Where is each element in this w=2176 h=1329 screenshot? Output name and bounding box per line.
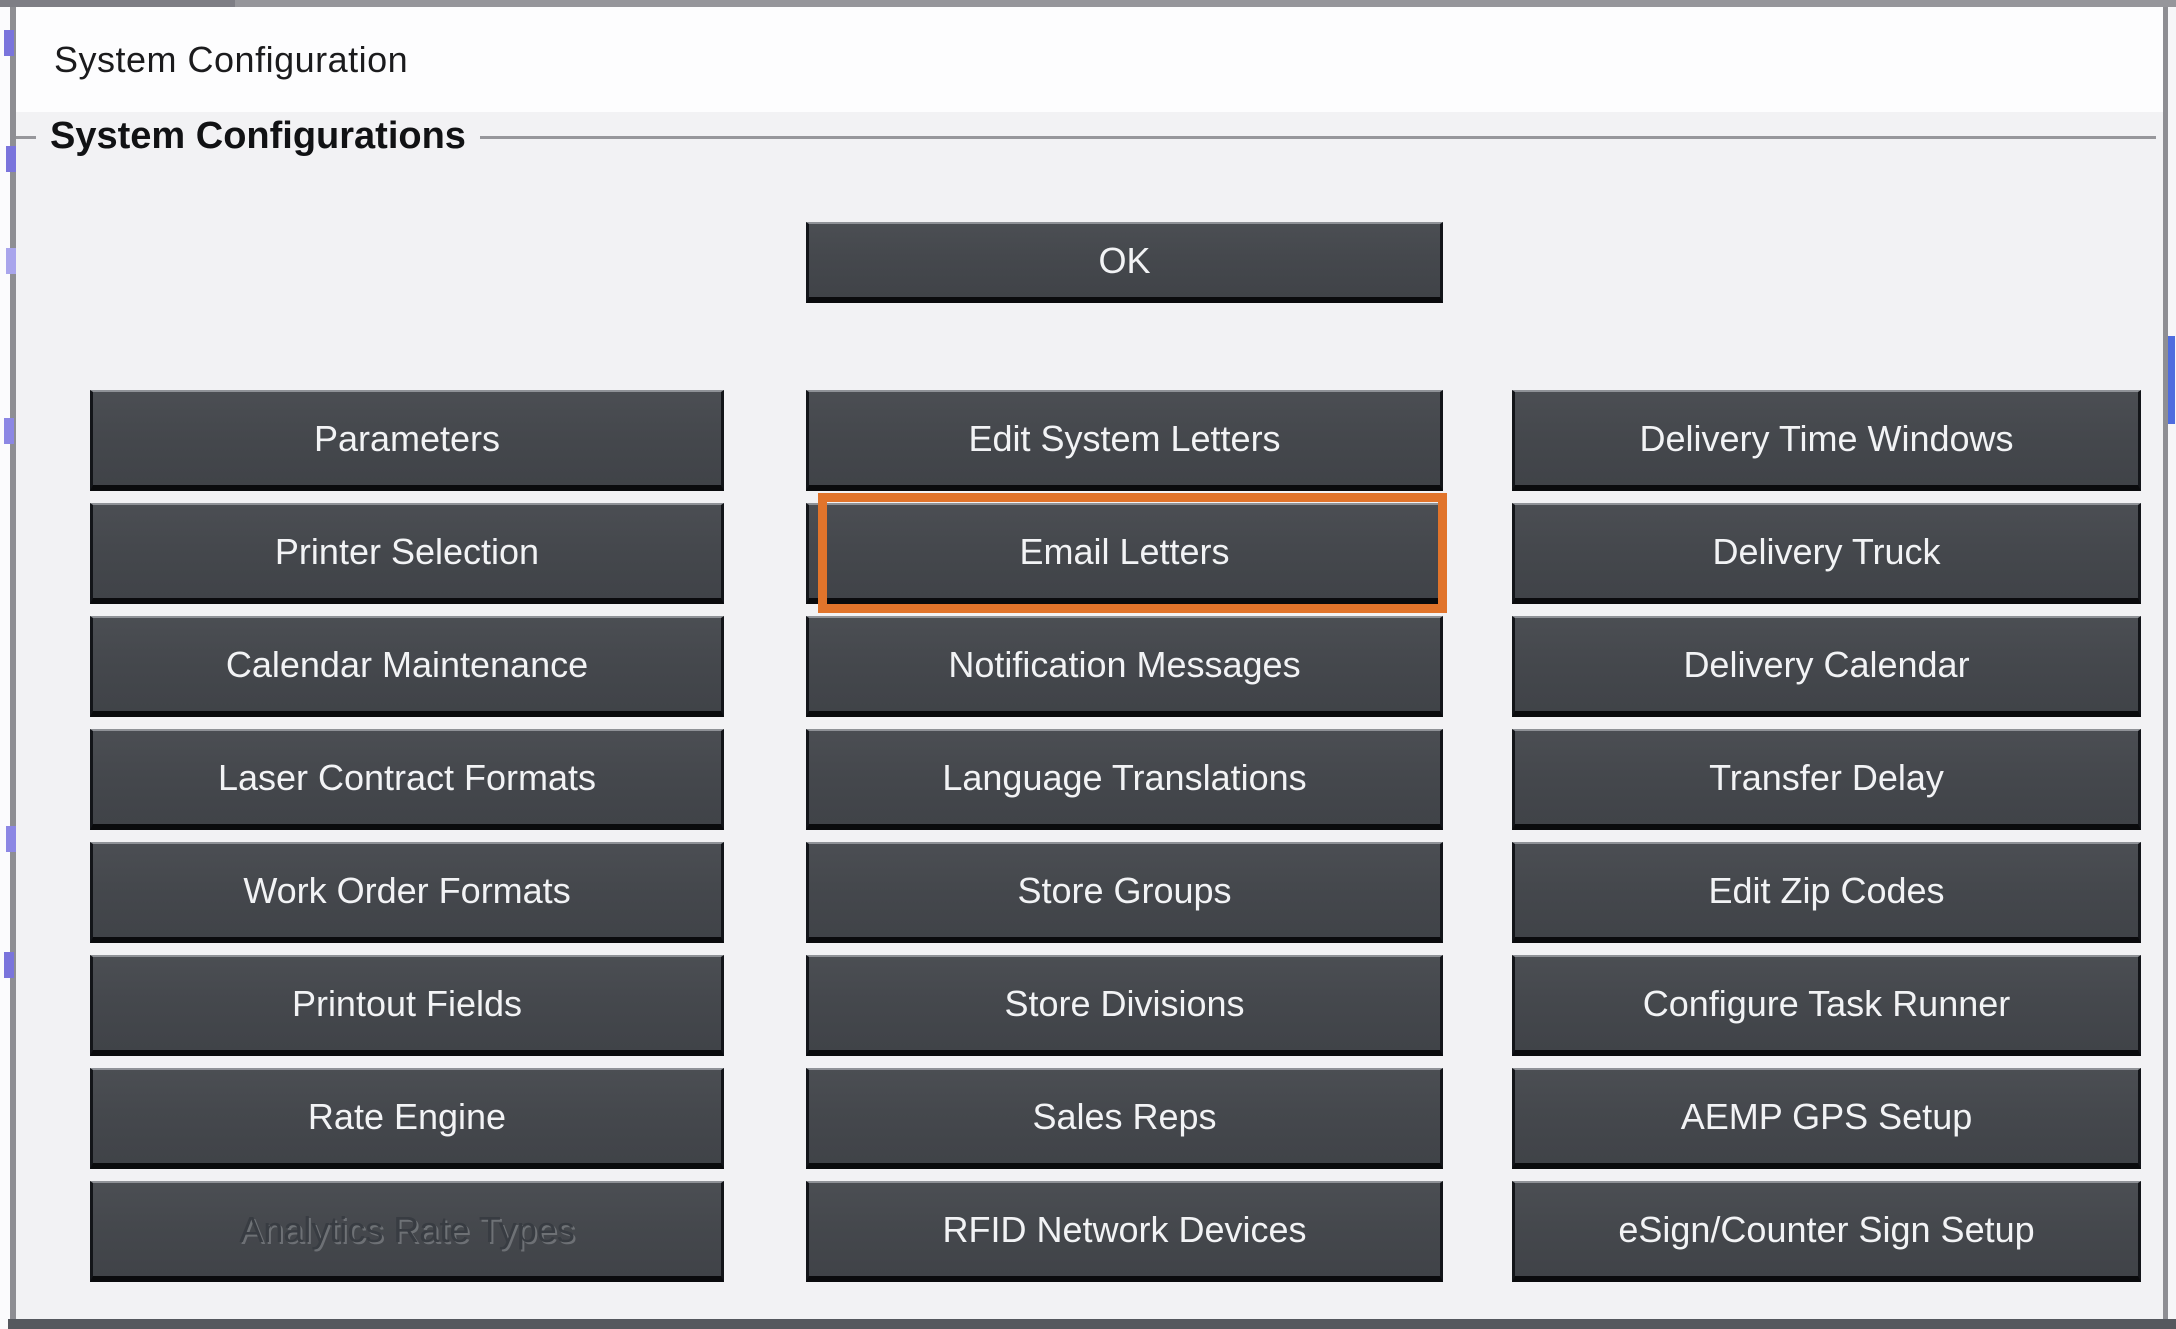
- config-column-left: Parameters Printer Selection Calendar Main…: [90, 390, 724, 1282]
- config-button-printer-selection[interactable]: Printer Selection: [90, 503, 724, 604]
- config-button-edit-zip-codes[interactable]: Edit Zip Codes: [1512, 842, 2141, 943]
- config-button-parameters[interactable]: Parameters: [90, 390, 724, 491]
- config-button-store-divisions[interactable]: Store Divisions: [806, 955, 1443, 1056]
- left-edge-artifact: [6, 826, 16, 852]
- config-button-language-translations[interactable]: Language Translations: [806, 729, 1443, 830]
- config-button-delivery-time-windows[interactable]: Delivery Time Windows: [1512, 390, 2141, 491]
- config-button-configure-task-runner[interactable]: Configure Task Runner: [1512, 955, 2141, 1056]
- config-button-analytics-rate-types: Analytics Rate Types: [90, 1181, 724, 1282]
- left-edge-artifact: [6, 248, 16, 274]
- groupbox-system-configurations: System Configurations: [16, 136, 2156, 139]
- ok-button[interactable]: OK: [806, 222, 1443, 303]
- config-button-email-letters[interactable]: Email Letters: [806, 503, 1443, 604]
- config-button-edit-system-letters[interactable]: Edit System Letters: [806, 390, 1443, 491]
- config-button-delivery-truck[interactable]: Delivery Truck: [1512, 503, 2141, 604]
- window-title: System Configuration: [54, 39, 408, 81]
- config-button-aemp-gps-setup[interactable]: AEMP GPS Setup: [1512, 1068, 2141, 1169]
- config-column-middle: Edit System Letters Email Letters Notifica…: [806, 390, 1443, 1282]
- left-edge-artifact: [6, 146, 16, 172]
- config-button-laser-contract-formats[interactable]: Laser Contract Formats: [90, 729, 724, 830]
- config-button-store-groups[interactable]: Store Groups: [806, 842, 1443, 943]
- window-right-margin: [2168, 7, 2176, 1329]
- config-button-esign-counter-sign-setup[interactable]: eSign/Counter Sign Setup: [1512, 1181, 2141, 1282]
- titlebar: System Configuration: [16, 7, 2163, 112]
- window-left-border: [10, 7, 16, 1320]
- config-button-transfer-delay[interactable]: Transfer Delay: [1512, 729, 2141, 830]
- config-button-rate-engine[interactable]: Rate Engine: [90, 1068, 724, 1169]
- left-edge-artifact: [4, 418, 14, 444]
- window-right-border: [2163, 7, 2168, 1320]
- system-configuration-dialog: System Configuration System Configuratio…: [0, 0, 2176, 1329]
- config-button-notification-messages[interactable]: Notification Messages: [806, 616, 1443, 717]
- window-top-edge: [0, 0, 2176, 7]
- config-button-printout-fields[interactable]: Printout Fields: [90, 955, 724, 1056]
- config-button-work-order-formats[interactable]: Work Order Formats: [90, 842, 724, 943]
- groupbox-legend: System Configurations: [36, 115, 480, 158]
- config-button-delivery-calendar[interactable]: Delivery Calendar: [1512, 616, 2141, 717]
- right-edge-artifact: [2168, 336, 2175, 424]
- config-column-right: Delivery Time Windows Delivery Truck Deliv…: [1512, 390, 2141, 1282]
- left-edge-artifact: [4, 952, 14, 978]
- window-bottom-edge: [8, 1319, 2176, 1329]
- config-button-sales-reps[interactable]: Sales Reps: [806, 1068, 1443, 1169]
- config-button-rfid-network-devices[interactable]: RFID Network Devices: [806, 1181, 1443, 1282]
- left-edge-artifact: [4, 30, 14, 56]
- window-left-margin: [0, 7, 10, 1329]
- config-button-calendar-maintenance[interactable]: Calendar Maintenance: [90, 616, 724, 717]
- window-top-edge-shade: [0, 0, 235, 7]
